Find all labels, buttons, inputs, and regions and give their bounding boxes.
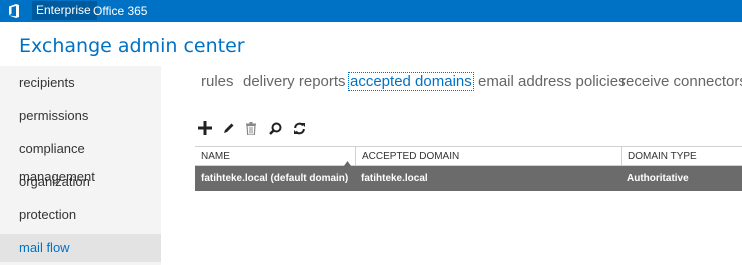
tab-rules[interactable]: rules: [201, 73, 234, 90]
nav-office-365[interactable]: Office 365: [93, 3, 147, 19]
column-header-name-label: NAME: [201, 151, 230, 162]
nav-enterprise[interactable]: Enterprise: [32, 1, 97, 20]
sidebar-item-protection[interactable]: protection: [0, 201, 161, 229]
tab-accepted-domains[interactable]: accepted domains: [348, 72, 474, 91]
tab-delivery-reports[interactable]: delivery reports: [243, 73, 346, 90]
column-header-domain-type[interactable]: DOMAIN TYPE: [621, 147, 731, 166]
cell-domain-type: Authoritative: [627, 173, 689, 184]
office-logo-icon[interactable]: [8, 4, 20, 18]
left-navigation: recipients permissions compliance manage…: [0, 66, 161, 265]
cell-name: fatihteke.local (default domain): [201, 173, 349, 184]
grid-header: NAME ACCEPTED DOMAIN DOMAIN TYPE: [195, 146, 742, 166]
column-header-name[interactable]: NAME: [195, 147, 355, 166]
sidebar-item-compliance-management[interactable]: compliance management: [0, 135, 161, 184]
edit-icon[interactable]: [221, 119, 237, 137]
table-row[interactable]: fatihteke.local (default domain) fatihte…: [195, 166, 742, 191]
column-header-accepted-domain[interactable]: ACCEPTED DOMAIN: [355, 147, 621, 166]
search-icon[interactable]: [267, 119, 283, 137]
sidebar-item-permissions[interactable]: permissions: [0, 102, 161, 130]
sidebar-item-recipients[interactable]: recipients: [0, 69, 161, 97]
tab-email-address-policies[interactable]: email address policies: [478, 73, 626, 90]
suite-bar: Enterprise Office 365: [0, 0, 742, 22]
add-icon[interactable]: [197, 119, 213, 137]
tab-receive-connectors[interactable]: receive connectors: [621, 73, 742, 90]
sidebar-item-mail-flow[interactable]: mail flow: [0, 234, 161, 262]
page-title: Exchange admin center: [19, 35, 245, 57]
cell-accepted-domain: fatihteke.local: [361, 173, 428, 184]
sidebar-item-organization[interactable]: organization: [0, 168, 161, 196]
refresh-icon[interactable]: [291, 119, 307, 137]
delete-icon[interactable]: [243, 119, 259, 137]
